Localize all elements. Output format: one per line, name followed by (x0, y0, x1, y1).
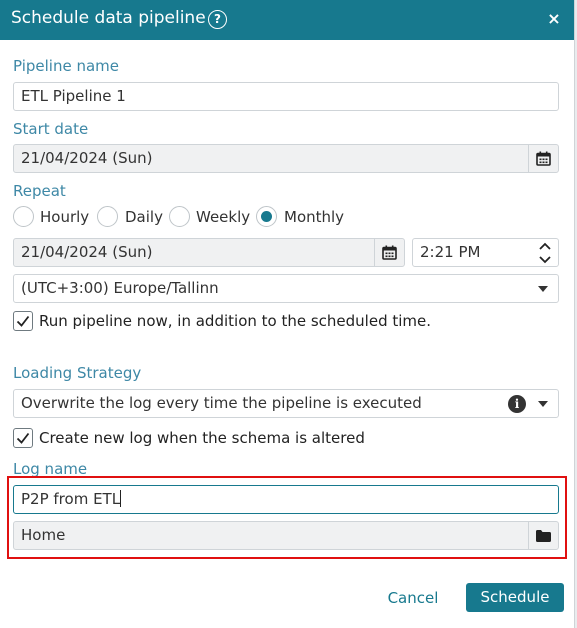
loading-strategy-value: Overwrite the log every time the pipelin… (21, 394, 422, 412)
repeat-weekly-radio[interactable] (169, 206, 190, 227)
time-stepper-icon[interactable] (538, 241, 552, 265)
pipeline-name-input[interactable]: ETL Pipeline 1 (13, 82, 559, 111)
schedule-pipeline-dialog: Schedule data pipeline ? × Pipeline name… (0, 0, 574, 628)
dialog-title: Schedule data pipeline (11, 8, 206, 28)
repeat-time-value: 2:21 PM (420, 243, 481, 261)
checkmark-icon (16, 432, 30, 444)
create-new-log-label[interactable]: Create new log when the schema is altere… (39, 429, 365, 447)
repeat-hourly-label[interactable]: Hourly (40, 208, 89, 226)
repeat-weekly-label[interactable]: Weekly (196, 208, 250, 226)
repeat-monthly-label[interactable]: Monthly (284, 208, 344, 226)
help-icon[interactable]: ? (208, 10, 227, 29)
repeat-date-value: 21/04/2024 (Sun) (21, 243, 153, 261)
start-date-field[interactable]: 21/04/2024 (Sun) (13, 144, 559, 173)
create-new-log-checkbox[interactable] (13, 428, 33, 448)
calendar-icon (536, 151, 551, 166)
calendar-icon (382, 245, 397, 260)
dialog-titlebar: Schedule data pipeline ? × (0, 0, 574, 40)
cancel-button[interactable]: Cancel (384, 586, 442, 610)
schedule-button[interactable]: Schedule (466, 583, 564, 612)
run-now-label[interactable]: Run pipeline now, in addition to the sch… (39, 312, 431, 330)
info-icon[interactable]: i (508, 395, 526, 413)
repeat-date-calendar-button[interactable] (374, 239, 404, 266)
annotation-highlight-box (7, 476, 567, 559)
chevron-down-icon (538, 401, 548, 407)
start-date-label: Start date (13, 120, 89, 138)
checkmark-icon (16, 315, 30, 327)
repeat-daily-label[interactable]: Daily (125, 208, 163, 226)
start-date-value: 21/04/2024 (Sun) (21, 149, 153, 167)
repeat-daily-radio[interactable] (97, 206, 118, 227)
close-icon[interactable]: × (546, 9, 562, 29)
repeat-time-input[interactable]: 2:21 PM (412, 238, 559, 267)
repeat-hourly-radio[interactable] (13, 206, 34, 227)
repeat-label: Repeat (13, 182, 66, 200)
timezone-select[interactable]: (UTC+3:00) Europe/Tallinn (13, 274, 559, 303)
repeat-monthly-radio[interactable] (256, 206, 277, 227)
start-date-calendar-button[interactable] (528, 145, 558, 172)
timezone-value: (UTC+3:00) Europe/Tallinn (21, 279, 219, 297)
pipeline-name-value: ETL Pipeline 1 (21, 87, 126, 105)
run-now-checkbox[interactable] (13, 311, 33, 331)
chevron-down-icon (538, 286, 548, 292)
loading-strategy-label: Loading Strategy (13, 364, 142, 382)
pipeline-name-label: Pipeline name (13, 57, 120, 75)
repeat-date-field[interactable]: 21/04/2024 (Sun) (13, 238, 405, 267)
loading-strategy-select[interactable]: Overwrite the log every time the pipelin… (13, 389, 559, 418)
